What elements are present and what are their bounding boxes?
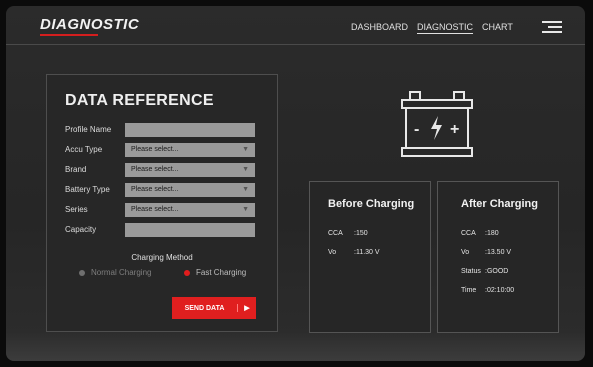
before-cca-value: :150 bbox=[354, 230, 368, 237]
after-charging-card: After Charging CCA :180 Vo :13.50 V Stat… bbox=[437, 181, 559, 333]
after-time-value: :02:10:00 bbox=[485, 287, 515, 294]
before-charging-card: Before Charging CCA :150 Vo :11.30 V bbox=[309, 181, 431, 333]
after-charging-title: After Charging bbox=[461, 198, 538, 210]
radio-unselected-icon bbox=[79, 269, 85, 276]
after-time-label: Time bbox=[461, 287, 477, 294]
accu-type-select[interactable]: Please select... ▼ bbox=[125, 143, 255, 157]
series-select[interactable]: Please select... ▼ bbox=[125, 203, 255, 217]
radio-selected-icon bbox=[184, 269, 190, 276]
chevron-down-icon: ▼ bbox=[242, 166, 249, 173]
chevron-down-icon: ▼ bbox=[242, 186, 249, 193]
battery-type-label: Battery Type bbox=[65, 185, 110, 194]
brand-logo-text: DIAGNOSTIC bbox=[40, 16, 140, 33]
before-cca-label: CCA bbox=[328, 230, 343, 237]
brand-value: Please select... bbox=[131, 166, 179, 173]
bottom-gradient bbox=[6, 331, 585, 361]
battery-type-value: Please select... bbox=[131, 186, 179, 193]
send-data-label: SEND DATA bbox=[184, 304, 225, 312]
after-vo-label: Vo bbox=[461, 249, 470, 256]
battery-plus-sign: + bbox=[450, 121, 459, 138]
nav-dashboard[interactable]: DASHBOARD bbox=[351, 22, 408, 32]
profile-name-label: Profile Name bbox=[65, 125, 112, 134]
after-cca-label: CCA bbox=[461, 230, 476, 237]
capacity-label: Capacity bbox=[65, 225, 97, 234]
accu-type-label: Accu Type bbox=[65, 145, 103, 154]
capacity-input[interactable] bbox=[125, 223, 255, 237]
data-reference-panel: DATA REFERENCE Profile Name Accu Type Pl… bbox=[46, 74, 278, 332]
battery-icon: - + bbox=[401, 91, 473, 157]
normal-charging-label: Normal Charging bbox=[91, 268, 152, 277]
data-reference-title: DATA REFERENCE bbox=[65, 92, 214, 109]
nav-chart[interactable]: CHART bbox=[482, 22, 513, 32]
nav-diagnostic[interactable]: DIAGNOSTIC bbox=[417, 22, 473, 32]
after-status-label: Status bbox=[461, 268, 481, 275]
before-vo-value: :11.30 V bbox=[354, 249, 380, 256]
charging-method-label: Charging Method bbox=[131, 253, 193, 262]
after-status-value: :GOOD bbox=[485, 268, 509, 275]
send-data-button[interactable]: SEND DATA ▶ bbox=[172, 297, 256, 319]
chevron-down-icon: ▼ bbox=[242, 146, 249, 153]
before-vo-label: Vo bbox=[328, 249, 337, 256]
profile-name-input[interactable] bbox=[125, 123, 255, 137]
fast-charging-radio[interactable]: Fast Charging bbox=[184, 268, 246, 277]
before-charging-title: Before Charging bbox=[328, 198, 415, 210]
top-navigation-bar: DIAGNOSTIC DASHBOARD DIAGNOSTIC CHART bbox=[6, 6, 585, 45]
arrow-right-icon: ▶ bbox=[237, 304, 256, 312]
battery-type-select[interactable]: Please select... ▼ bbox=[125, 183, 255, 197]
battery-minus-sign: - bbox=[414, 121, 419, 138]
accu-type-value: Please select... bbox=[131, 146, 179, 153]
fast-charging-label: Fast Charging bbox=[196, 268, 247, 277]
normal-charging-radio[interactable]: Normal Charging bbox=[79, 268, 151, 277]
after-vo-value: :13.50 V bbox=[485, 249, 512, 256]
chevron-down-icon: ▼ bbox=[242, 206, 249, 213]
brand-underline bbox=[40, 34, 98, 36]
series-value: Please select... bbox=[131, 206, 179, 213]
after-cca-value: :180 bbox=[485, 230, 499, 237]
brand-select[interactable]: Please select... ▼ bbox=[125, 163, 255, 177]
series-label: Series bbox=[65, 205, 88, 214]
menu-icon[interactable] bbox=[542, 21, 562, 36]
brand-label: Brand bbox=[65, 165, 87, 174]
app-window: DIAGNOSTIC DASHBOARD DIAGNOSTIC CHART DA… bbox=[6, 6, 585, 361]
